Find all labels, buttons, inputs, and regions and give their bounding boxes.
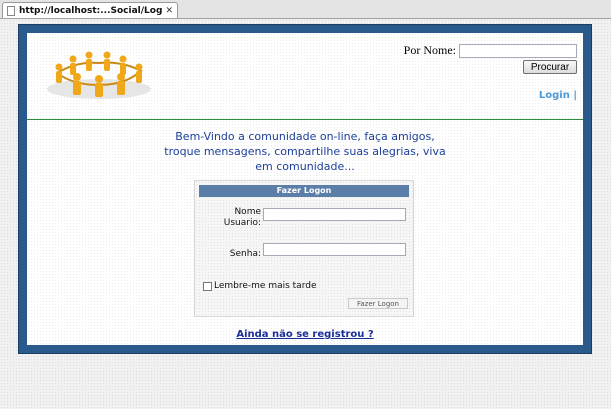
header-divider (27, 119, 583, 120)
page-icon (7, 5, 15, 16)
search-button[interactable]: Procurar (523, 60, 577, 74)
welcome-line-3: em comunidade... (255, 160, 355, 173)
password-label: Senha: (229, 249, 261, 259)
login-submit-button[interactable]: Fazer Logon (348, 298, 408, 309)
page-frame: Por Nome: Procurar Login | Bem-Vindo a c… (18, 24, 592, 354)
welcome-message: Bem-Vindo a comunidade on-line, faça ami… (163, 129, 447, 174)
login-panel: Fazer Logon Nome Usuario: Senha: Lembre-… (194, 180, 414, 317)
search-by-name: Por Nome: (404, 43, 577, 58)
tab-title: http://localhost:...Social/Login.aspx (19, 5, 163, 16)
page-viewport: Por Nome: Procurar Login | Bem-Vindo a c… (0, 19, 611, 409)
password-input[interactable] (263, 243, 406, 256)
welcome-line-1: Bem-Vindo a comunidade on-line, faça ami… (175, 130, 435, 143)
browser-tab[interactable]: http://localhost:...Social/Login.aspx ✕ (2, 2, 178, 18)
people-circle-logo-icon (47, 51, 151, 99)
remember-me-label: Lembre-me mais tarde (214, 281, 317, 291)
login-panel-title: Fazer Logon (199, 185, 409, 197)
tab-close-icon[interactable]: ✕ (165, 6, 173, 16)
welcome-line-2: troque mensagens, compartilhe suas alegr… (164, 145, 446, 158)
login-link[interactable]: Login | (539, 90, 577, 101)
browser-tab-strip: http://localhost:...Social/Login.aspx ✕ (0, 0, 611, 19)
search-label: Por Nome: (403, 43, 456, 57)
remember-me-checkbox[interactable] (203, 281, 212, 291)
username-input[interactable] (263, 208, 406, 221)
username-label: Nome Usuario: (223, 207, 261, 228)
register-link[interactable]: Ainda não se registrou ? (187, 329, 423, 340)
search-input[interactable] (459, 43, 577, 58)
remember-me[interactable]: Lembre-me mais tarde (203, 281, 317, 291)
page-content: Por Nome: Procurar Login | Bem-Vindo a c… (27, 33, 583, 345)
